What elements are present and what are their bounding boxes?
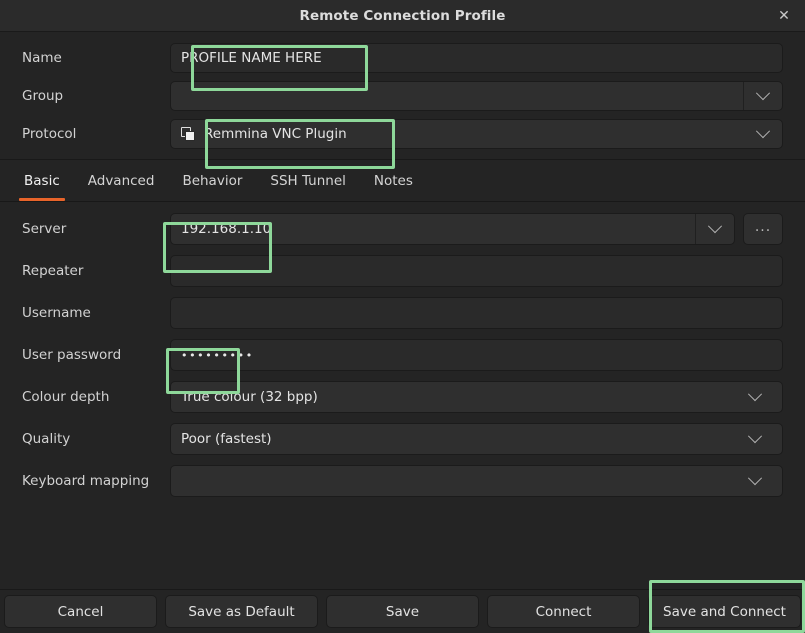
save-as-default-button-label: Save as Default (188, 603, 295, 620)
server-browse-button[interactable]: ... (743, 213, 783, 245)
repeater-label: Repeater (22, 263, 84, 279)
save-and-connect-button-label: Save and Connect (663, 603, 786, 620)
quality-select[interactable]: Poor (fastest) (170, 423, 783, 455)
dialog-button-bar: Cancel Save as Default Save Connect Save… (0, 589, 805, 633)
keyboard-mapping-row: Keyboard mapping (0, 460, 805, 502)
close-icon[interactable]: ✕ (775, 7, 793, 25)
server-chevron-down-icon[interactable] (695, 214, 734, 244)
remote-connection-profile-window: Remote Connection Profile ✕ Name PROFILE… (0, 0, 805, 633)
user-password-value: ••••••••• (181, 348, 254, 362)
save-and-connect-button[interactable]: Save and Connect (648, 595, 801, 628)
username-label: Username (22, 305, 91, 321)
tab-basic[interactable]: Basic (10, 160, 74, 201)
cancel-button[interactable]: Cancel (4, 595, 157, 628)
tab-behavior-label: Behavior (182, 172, 243, 189)
server-combobox[interactable]: 192.168.1.10 (170, 213, 735, 245)
protocol-label: Protocol (22, 126, 77, 142)
protocol-value: Remmina VNC Plugin (204, 126, 347, 142)
quality-value: Poor (fastest) (181, 431, 272, 447)
basic-tab-panel: Server 192.168.1.10 ... Repeater Usernam… (0, 202, 805, 589)
user-password-row: User password ••••••••• (0, 334, 805, 376)
group-row: Group (0, 77, 805, 115)
keyboard-mapping-select[interactable] (170, 465, 783, 497)
tab-ssh-tunnel[interactable]: SSH Tunnel (256, 160, 360, 201)
server-row: Server 192.168.1.10 ... (0, 208, 805, 250)
user-password-input[interactable]: ••••••••• (170, 339, 783, 371)
cancel-button-label: Cancel (57, 603, 104, 620)
keyboard-mapping-label: Keyboard mapping (22, 473, 150, 489)
connect-button-label: Connect (535, 603, 592, 620)
tab-ssh-tunnel-label: SSH Tunnel (270, 172, 346, 189)
protocol-chevron-down-icon[interactable] (744, 120, 782, 148)
user-password-label: User password (22, 347, 122, 363)
tab-advanced[interactable]: Advanced (74, 160, 169, 201)
settings-tabbar: Basic Advanced Behavior SSH Tunnel Notes (0, 160, 805, 202)
profile-header-form: Name PROFILE NAME HERE Group Protocol Re… (0, 32, 805, 160)
keyboard-mapping-chevron-down-icon (747, 471, 763, 486)
group-combobox[interactable] (170, 81, 783, 111)
windows-plugin-icon (181, 127, 196, 141)
protocol-combobox[interactable]: Remmina VNC Plugin (170, 119, 783, 149)
tab-notes-label: Notes (373, 172, 413, 189)
name-label: Name (22, 50, 62, 66)
colour-depth-label: Colour depth (22, 389, 110, 405)
tab-notes[interactable]: Notes (360, 160, 427, 201)
repeater-input[interactable] (170, 255, 783, 287)
username-input[interactable] (170, 297, 783, 329)
repeater-row: Repeater (0, 250, 805, 292)
tab-behavior[interactable]: Behavior (168, 160, 256, 201)
quality-row: Quality Poor (fastest) (0, 418, 805, 460)
server-label: Server (22, 221, 67, 237)
tab-advanced-label: Advanced (87, 172, 155, 189)
name-input[interactable]: PROFILE NAME HERE (170, 43, 783, 73)
connect-button[interactable]: Connect (487, 595, 640, 628)
colour-depth-chevron-down-icon (747, 387, 763, 402)
save-as-default-button[interactable]: Save as Default (165, 595, 318, 628)
colour-depth-value: True colour (32 bpp) (181, 389, 318, 405)
colour-depth-row: Colour depth True colour (32 bpp) (0, 376, 805, 418)
tab-basic-label: Basic (24, 172, 60, 189)
group-label: Group (22, 88, 64, 104)
server-input-value: 192.168.1.10 (181, 221, 272, 237)
save-button[interactable]: Save (326, 595, 479, 628)
username-row: Username (0, 292, 805, 334)
titlebar: Remote Connection Profile ✕ (0, 0, 805, 32)
name-input-value: PROFILE NAME HERE (181, 50, 322, 66)
window-title: Remote Connection Profile (299, 7, 506, 24)
quality-label: Quality (22, 431, 71, 447)
group-chevron-down-icon[interactable] (743, 82, 782, 110)
protocol-row: Protocol Remmina VNC Plugin (0, 115, 805, 153)
quality-chevron-down-icon (747, 429, 763, 444)
save-button-label: Save (385, 603, 420, 620)
name-row: Name PROFILE NAME HERE (0, 39, 805, 77)
colour-depth-select[interactable]: True colour (32 bpp) (170, 381, 783, 413)
